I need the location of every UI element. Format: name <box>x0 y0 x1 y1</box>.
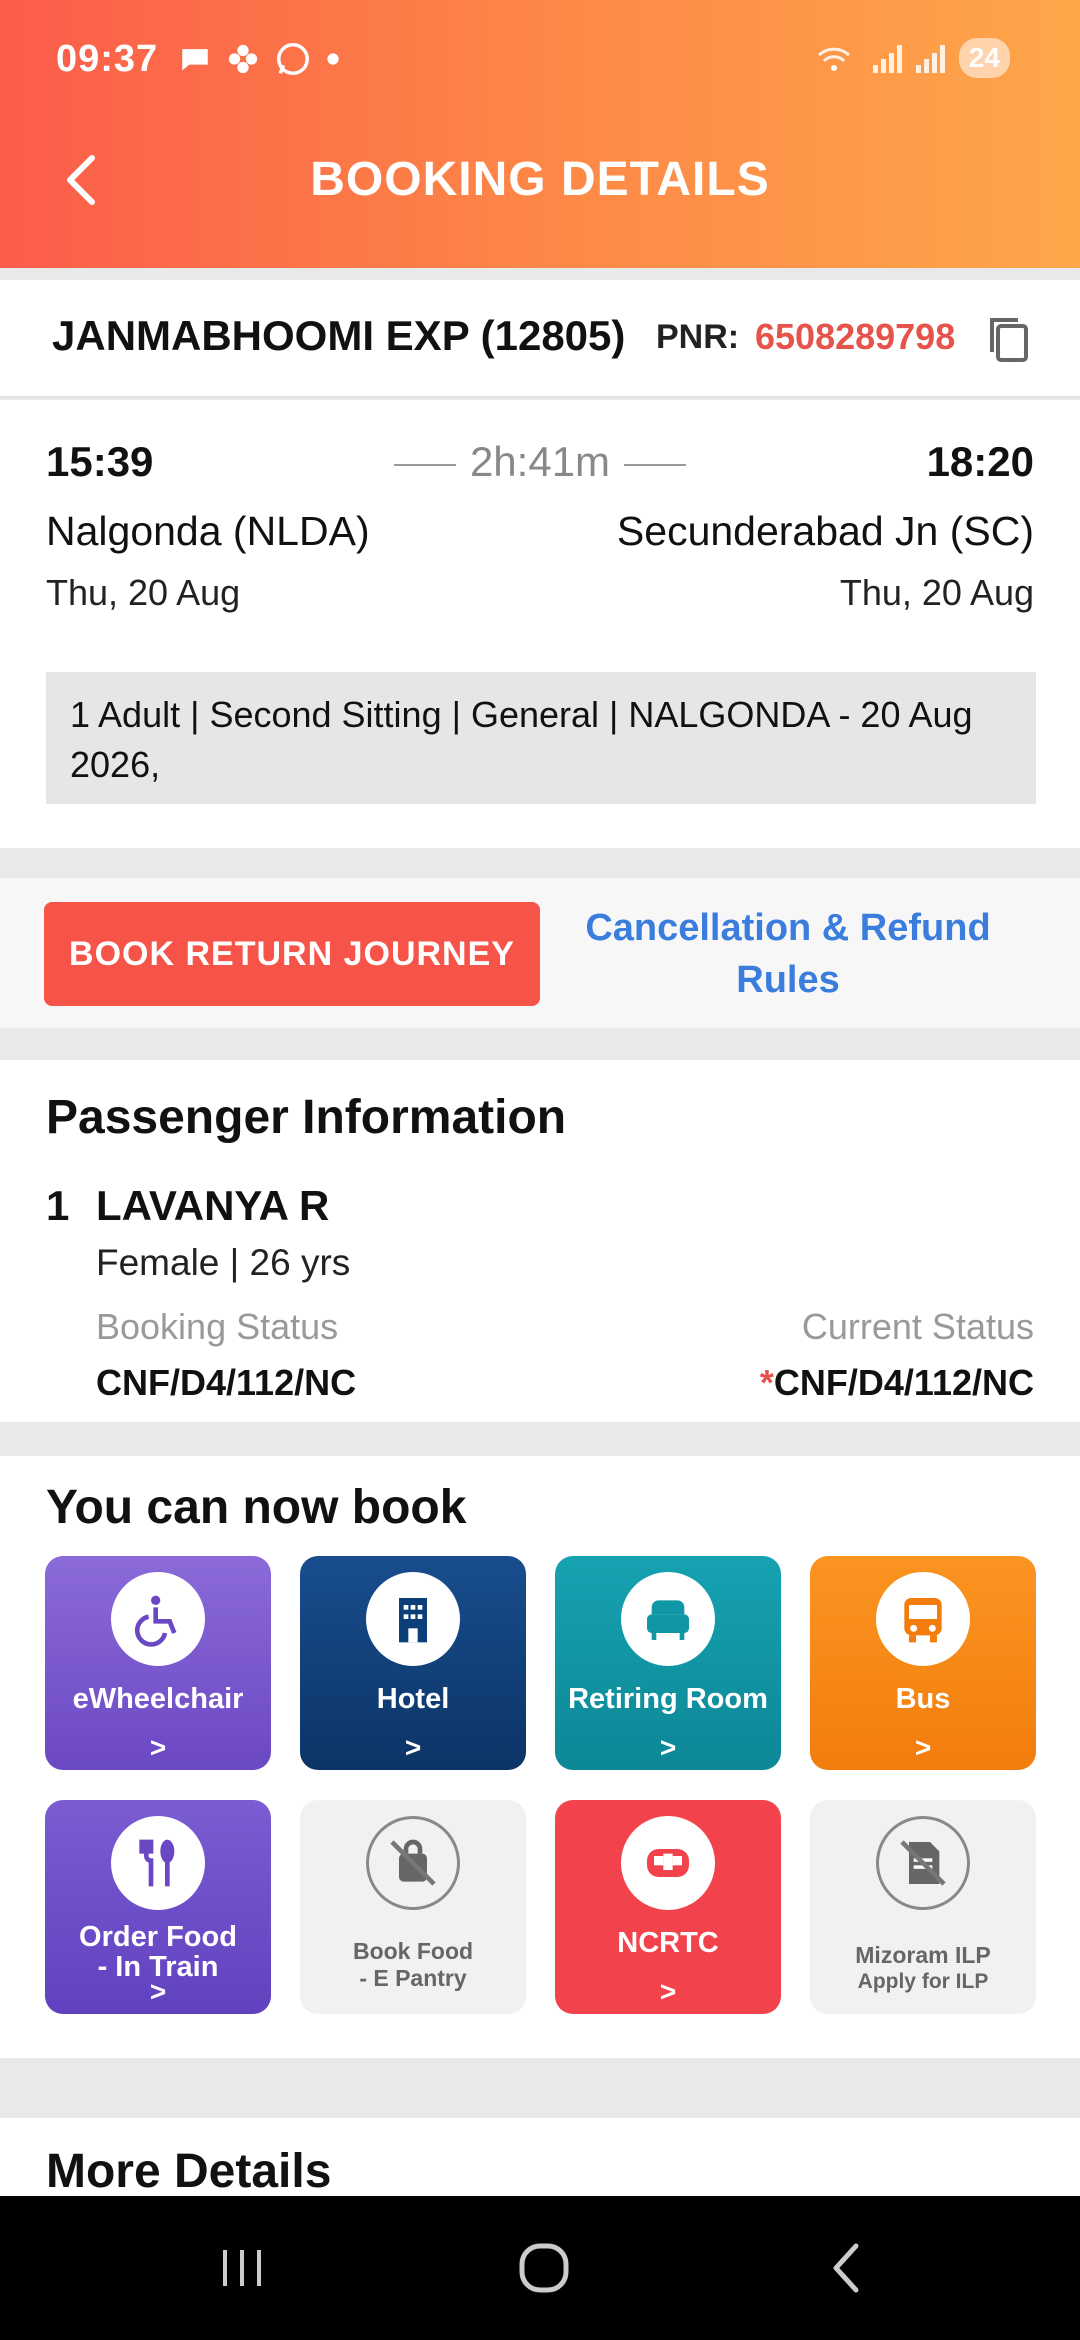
page-title: BOOKING DETAILS <box>310 153 770 206</box>
back-nav-button[interactable] <box>806 2232 886 2304</box>
tile-order-food[interactable]: Order Food - In Train > <box>45 1800 271 2014</box>
tile-label: Hotel <box>376 1683 450 1715</box>
passenger-name: LAVANYA R <box>96 1182 330 1229</box>
tile-book-food-epantry[interactable]: Book Food - E Pantry <box>300 1800 526 2014</box>
chevron-right-icon: > <box>914 1732 932 1763</box>
tile-hotel[interactable]: Hotel > <box>300 1556 526 1770</box>
booking-status-value: CNF/D4/112/NC <box>96 1362 357 1403</box>
home-button[interactable] <box>504 2232 584 2304</box>
wheelchair-icon <box>111 1572 205 1666</box>
tile-mizoram-ilp[interactable]: Mizoram ILP Apply for ILP <box>810 1800 1036 2014</box>
more-details[interactable]: More Details <box>0 2118 1080 2198</box>
section-title: Passenger Information <box>46 1091 567 1144</box>
signal-icon <box>915 43 945 73</box>
chevron-right-icon: > <box>149 1732 167 1763</box>
notification-icons <box>178 40 340 78</box>
tile-sublabel: Apply for ILP <box>857 1970 989 1993</box>
bus-icon <box>876 1572 970 1666</box>
journey-duration: 2h:41m <box>0 438 1080 486</box>
tile-label: Book Food - E Pantry <box>352 1938 474 1991</box>
status-asterisk: * <box>759 1362 774 1403</box>
flower-icon <box>228 44 258 74</box>
wifi-5g-icon <box>817 47 850 71</box>
tile-bus[interactable]: Bus > <box>810 1556 1036 1770</box>
you-can-now-book: You can now book eWheelchair > Hotel > R… <box>0 1456 1080 2058</box>
train-header: JANMABHOOMI EXP (12805) PNR: 6508289798 <box>0 280 1080 398</box>
home-icon <box>519 2243 569 2293</box>
recent-apps-icon <box>223 2250 261 2286</box>
copy-pnr-button[interactable] <box>984 314 1032 364</box>
tile-label: Retiring Room <box>568 1683 768 1715</box>
document-disabled-icon <box>876 1816 970 1910</box>
app-header: 09:37 24 BOOKING DETAILS <box>0 0 1080 268</box>
passenger-information: Passenger Information 1 LAVANYA R Female… <box>0 1060 1080 1422</box>
chevron-right-icon: > <box>149 1976 167 2007</box>
pnr-label: PNR: <box>656 318 740 356</box>
tile-retiring-room[interactable]: Retiring Room > <box>555 1556 781 1770</box>
booking-status-label: Booking Status <box>96 1306 339 1347</box>
armchair-icon <box>621 1572 715 1666</box>
passenger-index: 1 <box>46 1182 70 1229</box>
battery-indicator: 24 <box>958 38 1010 78</box>
dot-icon <box>327 53 339 65</box>
passenger-details: Female | 26 yrs <box>96 1242 351 1283</box>
status-bar: 09:37 24 <box>0 0 1080 130</box>
arrival-date: Thu, 20 Aug <box>839 572 1034 613</box>
current-status-label: Current Status <box>801 1306 1034 1347</box>
chevron-right-icon: > <box>659 1732 677 1763</box>
to-station: Secunderabad Jn (SC) <box>616 508 1034 554</box>
copy-icon <box>990 318 1028 362</box>
booking-summary: 1 Adult | Second Sitting | General | NAL… <box>46 672 1036 804</box>
fork-spoon-icon <box>111 1816 205 1910</box>
journey-card: 15:39 2h:41m 18:20 Nalgonda (NLDA) Secun… <box>0 400 1080 848</box>
whatsapp-icon <box>277 43 309 75</box>
tile-label: Bus <box>895 1683 951 1715</box>
chevron-right-icon: > <box>659 1976 677 2007</box>
pnr-value: 6508289798 <box>755 316 956 357</box>
food-bag-disabled-icon <box>366 1816 460 1910</box>
current-status-text: CNF/D4/112/NC <box>773 1362 1034 1403</box>
section-title: You can now book <box>46 1481 467 1534</box>
chat-bubble-icon <box>182 49 208 71</box>
departure-date: Thu, 20 Aug <box>46 572 241 613</box>
tile-label: NCRTC <box>617 1927 719 1959</box>
signal-icon <box>872 43 902 73</box>
arrival-time: 18:20 <box>926 438 1034 485</box>
status-time: 09:37 <box>56 38 159 80</box>
tile-label: Mizoram ILP <box>855 1942 991 1968</box>
back-icon <box>833 2243 859 2293</box>
current-status-value: *CNF/D4/112/NC <box>760 1362 1034 1404</box>
chevron-right-icon: > <box>404 1732 422 1763</box>
status-right: 24 <box>815 38 1010 78</box>
cancellation-refund-link[interactable]: Cancellation & Refund Rules <box>570 902 1006 1006</box>
section-title: More Details <box>46 2145 332 2198</box>
train-front-icon <box>621 1816 715 1910</box>
tile-ewheelchair[interactable]: eWheelchair > <box>45 1556 271 1770</box>
book-return-journey-button[interactable]: BOOK RETURN JOURNEY <box>44 902 540 1006</box>
tile-ncrtc[interactable]: NCRTC > <box>555 1800 781 2014</box>
tile-label: eWheelchair <box>72 1683 244 1715</box>
tile-label: Order Food - In Train <box>79 1921 237 1983</box>
hotel-icon <box>366 1572 460 1666</box>
actions-bar: BOOK RETURN JOURNEY Cancellation & Refun… <box>0 878 1080 1028</box>
from-station: Nalgonda (NLDA) <box>46 508 370 554</box>
train-name: JANMABHOOMI EXP (12805) <box>52 312 626 359</box>
system-navbar <box>0 2196 1080 2340</box>
recent-apps-button[interactable] <box>202 2232 282 2304</box>
